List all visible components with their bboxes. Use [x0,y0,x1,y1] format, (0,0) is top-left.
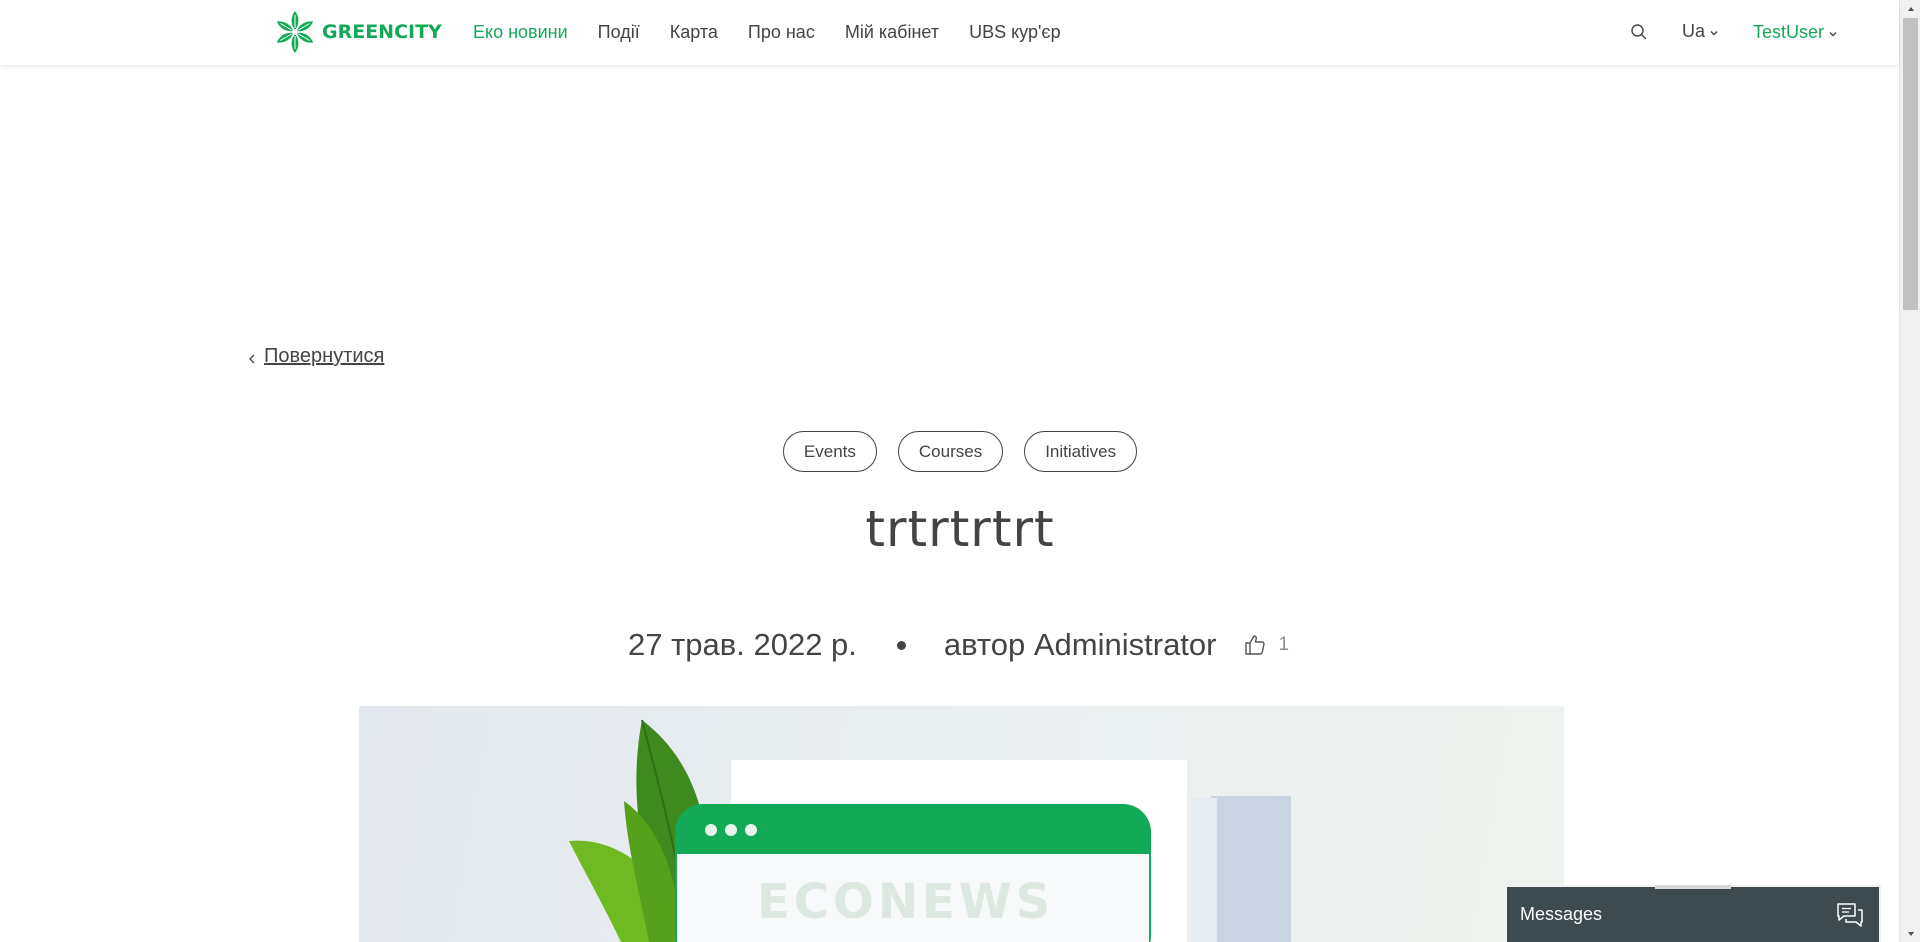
meta-separator-dot [896,640,906,650]
messages-label: Messages [1520,904,1603,924]
messages-drag-handle[interactable] [1655,885,1731,889]
nav-item-about[interactable]: Про нас [748,22,815,43]
messages-widget[interactable]: Messages [1505,885,1881,942]
article-meta: 27 трав. 2022 р. автор Administrator 1 [628,627,1289,663]
user-menu[interactable]: TestUser [1753,22,1838,43]
greencity-leaf-icon [276,11,314,53]
user-name: TestUser [1753,22,1825,42]
thumbs-up-icon [1244,635,1265,655]
nav-item-ubs-courier[interactable]: UBS кур'єр [969,22,1061,43]
tag-events: Events [782,431,877,472]
scrollbar-thumb[interactable] [1903,18,1918,310]
page-scrollbar[interactable] [1899,0,1920,942]
language-label: Ua [1682,21,1706,41]
like-count: 1 [1278,634,1290,655]
nav-item-map[interactable]: Карта [670,22,718,43]
greencity-logo[interactable]: GREENCITY [272,9,442,55]
nav-item-my-cabinet[interactable]: Мій кабінет [845,22,939,43]
article-date: 27 трав. 2022 р. [628,627,857,662]
chevron-down-icon [1829,32,1837,37]
nav-item-eco-news[interactable]: Еко новини [473,22,568,43]
site-header: GREENCITY Еко новини Події Карта Про нас… [0,0,1899,65]
main-nav: Еко новини Події Карта Про нас Мій кабін… [473,22,1091,43]
article-title: trtrtrtrt [865,500,1055,558]
like-button[interactable]: 1 [1243,633,1290,657]
search-icon[interactable] [1630,23,1648,41]
logo-text: GREENCITY [322,21,442,43]
chevron-left-icon [249,354,255,363]
article-author: автор Administrator [943,627,1217,662]
econews-image-text: ECONEWS [757,874,1055,930]
article-tags: Events Courses Initiatives [0,431,1920,472]
language-switcher[interactable]: Ua [1682,21,1719,42]
nav-item-events[interactable]: Події [598,22,640,43]
article-hero-image: ECONEWS [359,706,1564,942]
back-link-label: Повернутися [264,345,385,367]
tag-initiatives: Initiatives [1024,431,1138,472]
tag-courses: Courses [897,431,1004,472]
chevron-down-icon [1710,31,1718,36]
scroll-up-arrow-icon[interactable] [1900,0,1920,17]
scroll-down-arrow-icon[interactable] [1900,925,1920,942]
chat-icon [1837,903,1863,927]
back-link[interactable]: Повернутися [248,345,384,368]
